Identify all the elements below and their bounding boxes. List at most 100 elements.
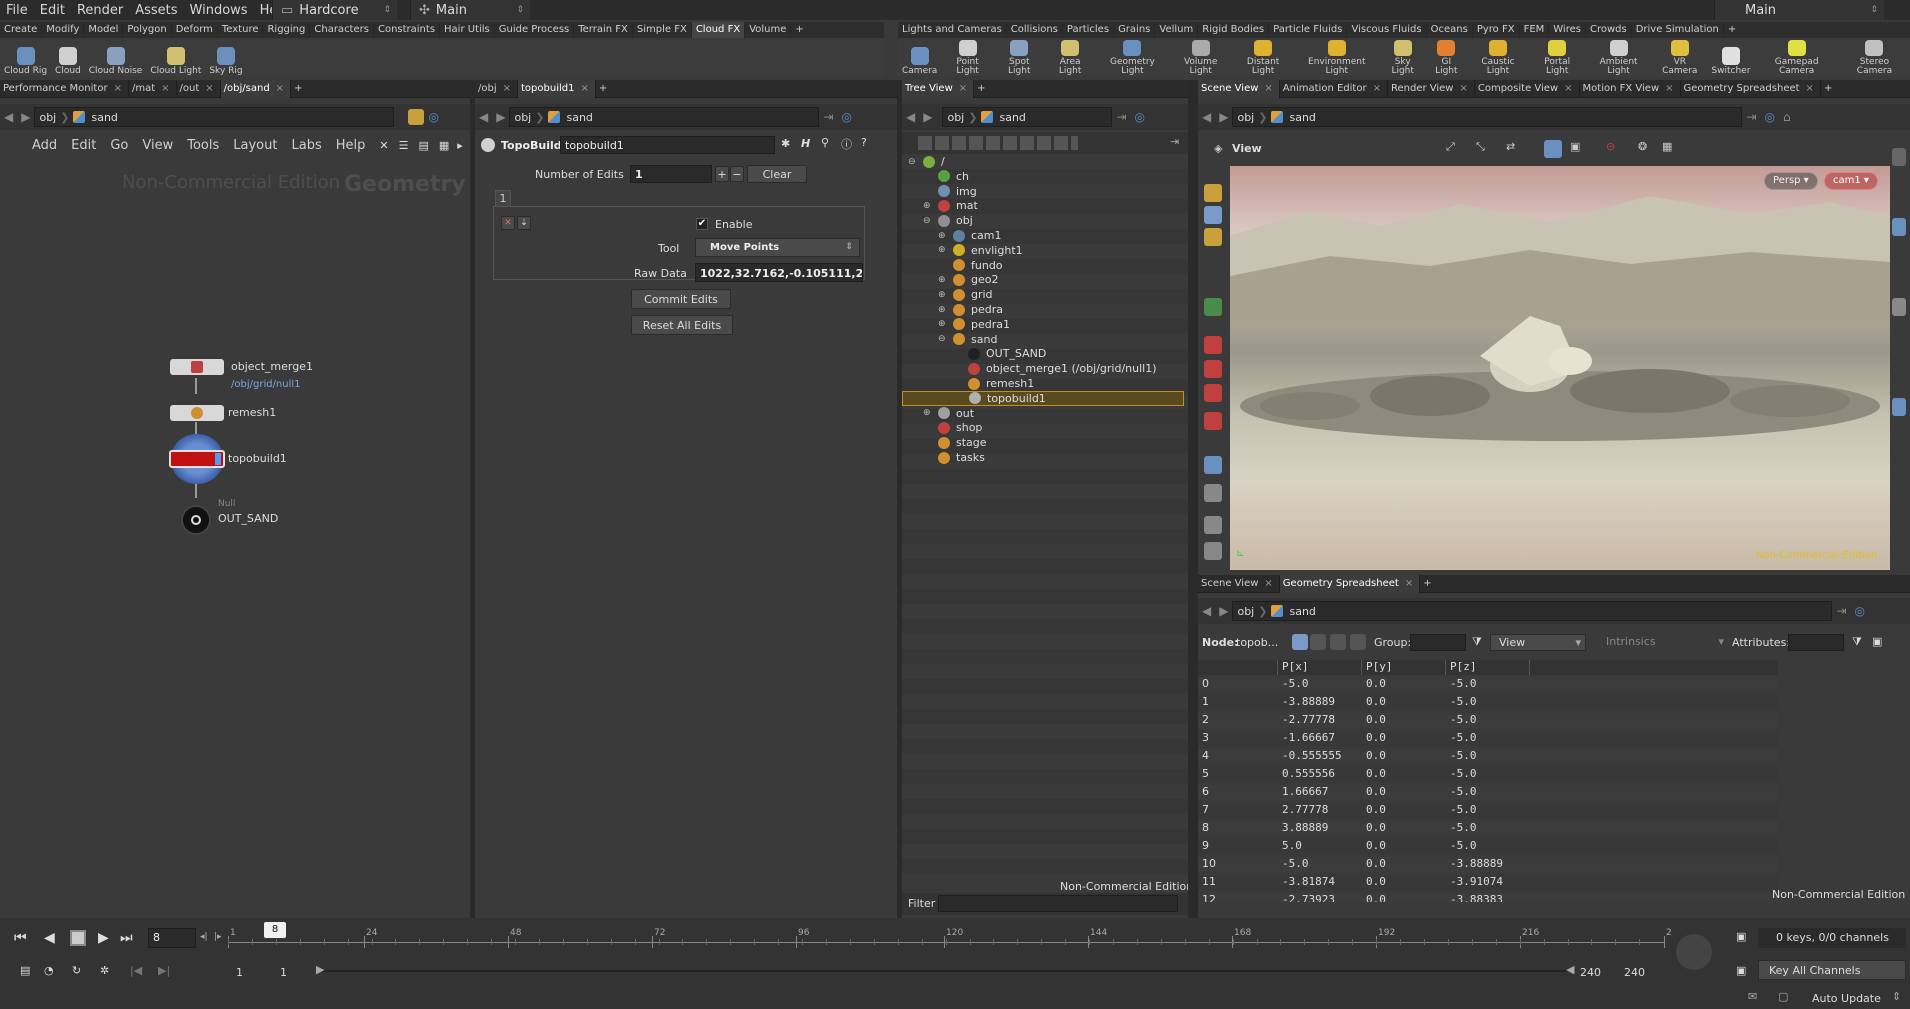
shelf-tab[interactable]: Guide Process <box>495 22 575 38</box>
intrinsics-menu[interactable]: Intrinsics ▾ <box>1598 634 1728 651</box>
desktop-selector[interactable]: ▭ Hardcore ⇕ <box>272 0 397 20</box>
clear-button[interactable]: Clear <box>747 165 807 183</box>
pane-tab[interactable]: /obj × <box>475 79 519 98</box>
no-entry-icon[interactable]: ⊝ <box>1606 140 1615 153</box>
back-icon[interactable]: ◀ <box>4 110 13 124</box>
close-icon[interactable]: × <box>1459 83 1467 94</box>
range-start-handle[interactable]: ▶ <box>316 963 324 976</box>
view-tool2-icon[interactable] <box>1204 542 1222 560</box>
display-toggle-icon[interactable] <box>1892 148 1906 166</box>
step-back-icon[interactable]: ◂| <box>200 932 208 942</box>
shelf-tool[interactable]: Camera <box>898 40 941 76</box>
forward-icon[interactable]: ▶ <box>1219 110 1228 124</box>
magnet4-tool-icon[interactable] <box>1204 412 1222 430</box>
shelf-tab[interactable]: FEM <box>1520 22 1550 38</box>
help-h-icon[interactable]: H <box>801 137 810 150</box>
forward-icon[interactable]: ▶ <box>21 110 30 124</box>
expand-toggle-icon[interactable]: ⊖ <box>923 216 932 226</box>
play-icon[interactable]: ▶ <box>98 930 109 946</box>
stop-icon[interactable] <box>70 930 86 946</box>
tree-item[interactable]: ⊕ geo2 <box>938 272 998 287</box>
shelf-tab[interactable]: Texture <box>218 22 264 38</box>
expand-toggle-icon[interactable]: ⊕ <box>938 290 947 300</box>
sculpt-tool-icon[interactable] <box>1204 484 1222 502</box>
tree-leaf[interactable]: remesh1 <box>953 376 1034 391</box>
shelf-tool[interactable]: Switcher <box>1707 40 1754 76</box>
forward-icon[interactable]: ▶ <box>1219 604 1228 618</box>
spreadsheet-path[interactable]: obj ❯ sand <box>1232 601 1833 621</box>
shelf-tool[interactable]: Cloud Noise <box>85 40 147 76</box>
pin-icon[interactable]: ⇥ <box>823 110 833 124</box>
move-tool-icon[interactable] <box>1204 298 1222 316</box>
shelf-tool[interactable]: Portal Light <box>1529 40 1585 76</box>
tree-item[interactable]: ⊖ / <box>908 154 945 169</box>
shelf-tab[interactable]: Rigid Bodies <box>1198 22 1270 38</box>
realtime-toggle-icon[interactable]: ▤ <box>20 964 30 977</box>
splitter[interactable] <box>1188 80 1198 918</box>
view-tool-icon[interactable]: ◈ <box>1214 142 1222 155</box>
tree-layout-icon[interactable]: ☰ <box>399 139 409 152</box>
shelf-tool[interactable]: Volume Light <box>1169 40 1232 76</box>
shelf-tab[interactable]: Cloud FX <box>691 22 746 38</box>
handle-icon[interactable]: ▣ <box>1570 140 1580 153</box>
expand-icon[interactable]: ⇥ <box>1170 135 1179 148</box>
primitives-mode-icon[interactable] <box>1330 634 1346 650</box>
add-tab-icon[interactable]: + <box>291 80 308 98</box>
tree-leaf[interactable]: topobuild1 <box>902 390 1184 406</box>
shelf-tab[interactable]: Drive Simulation <box>1632 22 1724 38</box>
filter-icon[interactable]: ⧩ <box>1852 635 1862 649</box>
info-icon[interactable]: ⓘ <box>841 136 852 152</box>
back-icon[interactable]: ◀ <box>906 110 915 124</box>
shelf-tool[interactable]: Sky Light <box>1379 40 1426 76</box>
menu-windows[interactable]: Windows <box>184 3 254 18</box>
filter-input[interactable] <box>938 895 1178 912</box>
loop-icon[interactable]: ↻ <box>72 964 81 977</box>
remesh-node[interactable] <box>170 405 224 421</box>
pane-tab[interactable]: Scene View × <box>1198 574 1280 593</box>
auto-update-label[interactable]: Auto Update <box>1812 992 1881 1005</box>
add-tab-icon[interactable]: + <box>1420 575 1437 593</box>
shelf-tab[interactable]: Create <box>0 22 43 38</box>
step-forward-icon[interactable]: |▸ <box>214 932 222 942</box>
add-tab-icon[interactable]: + <box>791 22 807 38</box>
tree-item[interactable]: ⊕ pedra <box>938 302 1003 317</box>
tree-item[interactable]: ⊕ out <box>923 406 974 421</box>
points-mode-icon[interactable] <box>1292 634 1308 650</box>
pane-tab[interactable]: Performance Monitor × <box>0 79 129 98</box>
table-row[interactable]: 7 2.77778 0.0 -5.0 <box>1198 803 1778 818</box>
path-obj[interactable]: obj <box>1237 605 1254 618</box>
close-icon[interactable]: × <box>1264 83 1272 94</box>
column-header[interactable]: P[x] <box>1278 660 1362 675</box>
tree-leaf[interactable]: fundo <box>938 258 1003 273</box>
back-icon[interactable]: ◀ <box>479 110 488 124</box>
range-end-2[interactable]: 240 <box>1624 966 1645 979</box>
shelf-tab[interactable]: Model <box>84 22 124 38</box>
menu-labs[interactable]: Labs <box>291 138 321 153</box>
close-icon[interactable]: × <box>276 83 284 94</box>
shelf-tool[interactable]: Geometry Light <box>1096 40 1170 76</box>
path-obj[interactable]: obj <box>39 111 56 124</box>
pane-tab[interactable]: /obj/sand × <box>220 79 292 98</box>
pane-tab[interactable]: Motion FX View × <box>1580 79 1681 98</box>
link-icon[interactable]: ◎ <box>1135 110 1145 124</box>
camera-icon[interactable]: ⌂ <box>1783 110 1791 124</box>
jump-start-icon[interactable]: ⏮ <box>14 930 27 946</box>
remove-edit-button[interactable]: − <box>730 166 744 182</box>
pin-icon[interactable]: ⇥ <box>1116 110 1126 124</box>
shelf-tool[interactable]: Environment Light <box>1294 40 1379 76</box>
settings-icon[interactable]: ✲ <box>100 964 109 977</box>
snap-icon[interactable]: ⤢ <box>1446 140 1455 154</box>
shelf-tab[interactable]: Polygon <box>123 22 172 38</box>
shelf-tool[interactable]: Gamepad Camera <box>1754 40 1839 76</box>
current-frame-marker[interactable]: 8 <box>264 922 286 938</box>
light-icon[interactable] <box>1892 298 1906 316</box>
shelf-tab[interactable]: Deform <box>172 22 218 38</box>
shelf-tab[interactable]: Particles <box>1063 22 1115 38</box>
range-start-2[interactable]: 1 <box>280 966 287 979</box>
shelf-tab[interactable]: Wires <box>1549 22 1586 38</box>
magnet3-tool-icon[interactable] <box>1204 384 1222 402</box>
shelf-tool[interactable]: Point Light <box>941 40 994 76</box>
shelf-tab[interactable]: Hair Utils <box>440 22 495 38</box>
out-sand-node[interactable] <box>181 505 211 535</box>
pane-tab[interactable]: Geometry Spreadsheet × <box>1681 79 1821 98</box>
